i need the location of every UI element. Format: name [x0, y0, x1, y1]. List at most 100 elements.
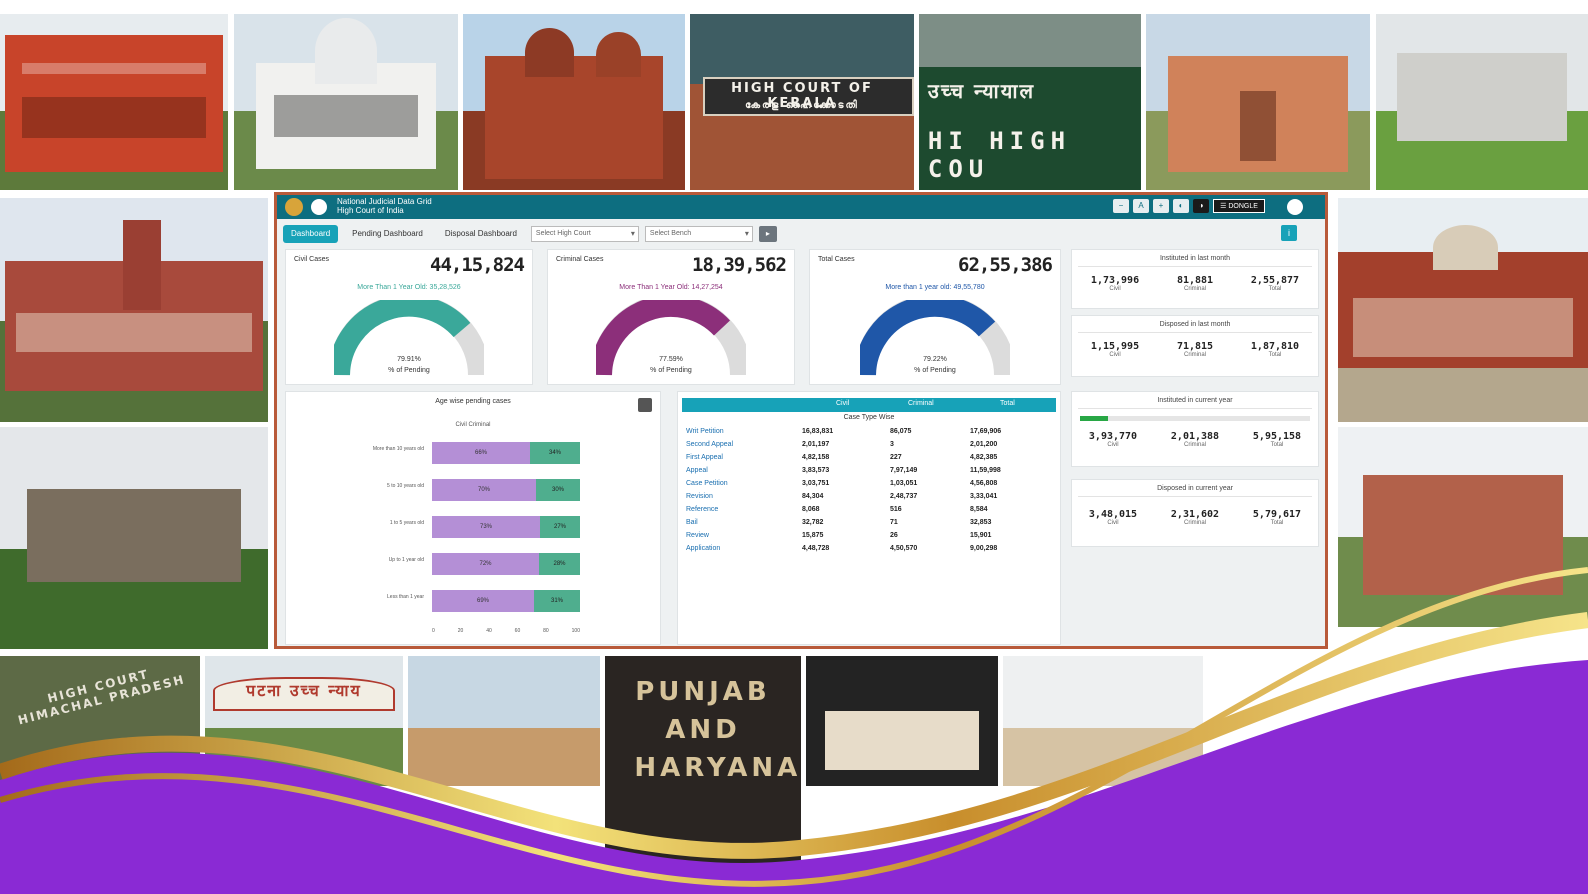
font-decrease-button[interactable]: − — [1113, 199, 1129, 213]
emblem-icon — [285, 198, 303, 216]
table-cell: 4,50,570 — [890, 545, 918, 552]
gauge-percent: 77.59% — [659, 356, 683, 363]
case-type-link[interactable]: Case Petition — [686, 480, 728, 487]
side-value: 5,95,158 — [1252, 431, 1302, 442]
table-row[interactable]: Review 15,875 26 15,901 — [686, 532, 1052, 543]
side-title: Instituted in current year — [1078, 392, 1312, 409]
side-value: 2,55,877 — [1250, 275, 1300, 286]
case-type-link[interactable]: First Appeal — [686, 454, 723, 461]
photo-calcutta-dome — [234, 14, 458, 190]
side-label: Criminal — [1183, 520, 1206, 526]
table-cell: 15,875 — [802, 532, 824, 539]
age-bar-label: 1 to 5 years old — [389, 520, 424, 526]
col-criminal: Criminal — [908, 400, 934, 407]
font-reset-button[interactable]: A — [1133, 199, 1149, 213]
high-court-select[interactable]: Select High Court — [530, 226, 639, 242]
table-cell: 71 — [890, 519, 898, 526]
table-row[interactable]: Reference 8,068 516 8,584 — [686, 506, 1052, 517]
table-cell: 84,304 — [802, 493, 824, 500]
app-title-line2: High Court of India — [337, 206, 404, 215]
side-value: 81,881 — [1176, 275, 1214, 286]
side-label: Civil — [1107, 442, 1119, 448]
civil-cases-card[interactable]: Civil Cases 44,15,824 More Than 1 Year O… — [285, 249, 533, 385]
table-row[interactable]: Writ Petition 16,83,831 86,075 17,69,906 — [686, 428, 1052, 439]
info-button[interactable]: i — [1281, 225, 1297, 241]
table-row[interactable]: Case Petition 3,03,751 1,03,051 4,56,808 — [686, 480, 1052, 491]
panel-legend: Civil Criminal — [455, 422, 491, 428]
photo-karnataka-high-court — [0, 14, 228, 190]
photo-rajasthan-high-court — [1146, 14, 1370, 190]
criminal-bar[interactable]: 27% — [540, 516, 580, 538]
civil-bar[interactable]: 73% — [432, 516, 540, 538]
tab-disposal-dashboard[interactable]: Disposal Dashboard — [437, 225, 525, 243]
font-increase-button[interactable]: + — [1153, 199, 1169, 213]
table-row[interactable]: First Appeal 4,82,158 227 4,82,385 — [686, 454, 1052, 465]
contrast-button[interactable]: ◐ — [1173, 199, 1189, 213]
download-icon[interactable] — [638, 398, 652, 412]
case-type-link[interactable]: Application — [686, 545, 720, 552]
table-cell: 7,97,149 — [890, 467, 918, 474]
case-type-link[interactable]: Reference — [686, 506, 718, 513]
table-cell: 8,584 — [970, 506, 988, 513]
case-type-link[interactable]: Revision — [686, 493, 713, 500]
delhi-sign-en: HI HIGH COU — [927, 126, 1072, 183]
table-row[interactable]: Application 4,48,728 4,50,570 9,00,298 — [686, 545, 1052, 556]
case-type-link[interactable]: Second Appeal — [686, 441, 733, 448]
table-cell: 16,83,831 — [802, 428, 834, 435]
case-type-link[interactable]: Writ Petition — [686, 428, 724, 435]
civil-bar[interactable]: 66% — [432, 442, 530, 464]
tab-dashboard[interactable]: Dashboard — [283, 225, 339, 243]
gauge-note: % of Pending — [914, 367, 956, 374]
table-cell: 3,83,573 — [802, 467, 830, 474]
criminal-bar[interactable]: 30% — [536, 479, 580, 501]
age-bar-label: More than 10 years old — [372, 446, 424, 452]
total-cases-card[interactable]: Total Cases 62,55,386 More than 1 year o… — [809, 249, 1061, 385]
table-caption: Case Type Wise — [843, 414, 895, 421]
table-cell: 1,03,051 — [890, 480, 918, 487]
criminal-bar[interactable]: 34% — [530, 442, 580, 464]
gauge-note: % of Pending — [388, 367, 430, 374]
language-button[interactable]: ☰ DONGLE — [1213, 199, 1265, 213]
side-label: Criminal — [1183, 286, 1206, 292]
disposed-last-month-card[interactable]: Disposed in last month 1,15,995 Civil 71,… — [1071, 315, 1319, 377]
side-value: 5,79,617 — [1252, 509, 1302, 520]
card-value: 18,39,562 — [692, 254, 787, 276]
dark-mode-button[interactable]: ◑ — [1193, 199, 1209, 213]
table-row[interactable]: Appeal 3,83,573 7,97,149 11,59,998 — [686, 467, 1052, 478]
tab-bar: Dashboard Pending Dashboard Disposal Das… — [283, 225, 777, 243]
side-title: Instituted in last month — [1078, 250, 1312, 267]
table-row[interactable]: Revision 84,304 2,48,737 3,33,041 — [686, 493, 1052, 504]
disposed-current-year-card[interactable]: Disposed in current year 3,48,015 Civil 2… — [1071, 479, 1319, 547]
civil-bar[interactable]: 70% — [432, 479, 536, 501]
instituted-current-year-card[interactable]: Instituted in current year 3,93,770 Civil… — [1071, 391, 1319, 467]
age-bar-row: More than 10 years old 66% 34% — [296, 442, 586, 464]
card-label: Civil Cases — [294, 256, 330, 263]
filter-go-button[interactable]: ▸ — [758, 226, 777, 242]
table-cell: 3,03,751 — [802, 480, 830, 487]
card-label: Total Cases — [818, 256, 855, 263]
user-icon[interactable] — [1287, 199, 1303, 215]
side-label: Criminal — [1183, 442, 1206, 448]
table-row[interactable]: Bail 32,782 71 32,853 — [686, 519, 1052, 530]
kerala-sign-ml: കേരള ഹൈക്കോടതി — [745, 100, 859, 112]
table-cell: 2,01,200 — [970, 441, 998, 448]
decorative-wave — [0, 567, 1588, 894]
photo-gujarat-high-court — [1376, 14, 1588, 190]
table-cell: 9,00,298 — [970, 545, 998, 552]
table-row[interactable]: Second Appeal 2,01,197 3 2,01,200 — [686, 441, 1052, 452]
case-type-link[interactable]: Review — [686, 532, 709, 539]
side-label: Civil — [1109, 286, 1121, 292]
table-cell: 17,69,906 — [970, 428, 1002, 435]
case-type-link[interactable]: Appeal — [686, 467, 708, 474]
card-value: 44,15,824 — [430, 254, 525, 276]
app-title: National Judicial Data Grid High Court o… — [337, 197, 432, 215]
table-cell: 3,33,041 — [970, 493, 998, 500]
criminal-cases-card[interactable]: Criminal Cases 18,39,562 More Than 1 Yea… — [547, 249, 795, 385]
age-bar-row: 5 to 10 years old 70% 30% — [296, 479, 586, 501]
case-type-link[interactable]: Bail — [686, 519, 698, 526]
tab-pending-dashboard[interactable]: Pending Dashboard — [344, 225, 431, 243]
card-label: Criminal Cases — [556, 256, 604, 263]
instituted-last-month-card[interactable]: Instituted in last month 1,73,996 Civil 8… — [1071, 249, 1319, 309]
side-label: Total — [1268, 286, 1282, 292]
bench-select[interactable]: Select Bench — [644, 226, 753, 242]
